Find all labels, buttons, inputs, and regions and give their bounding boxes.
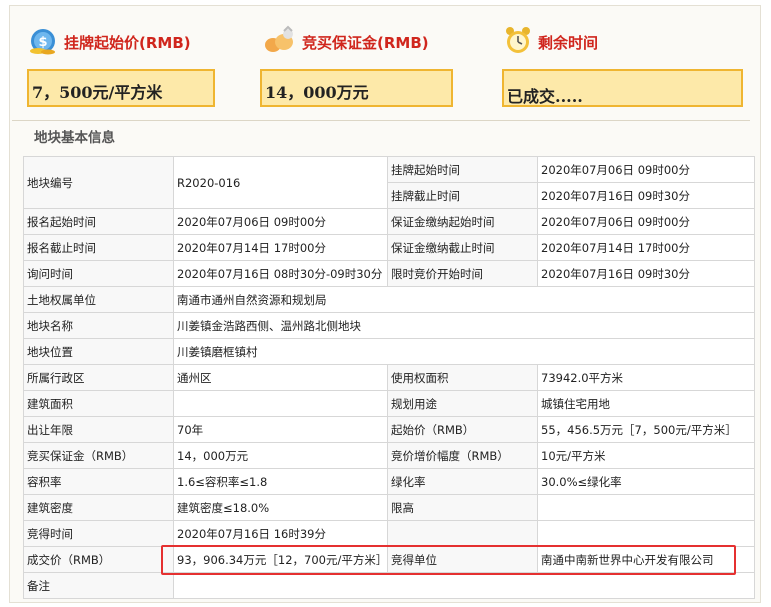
deposit-value: 14，000万元 — [265, 83, 369, 102]
reg-start-label: 报名起始时间 — [23, 208, 174, 235]
build-area-label: 建筑面积 — [23, 390, 174, 417]
use-area-value: 73942.0平方米 — [537, 364, 755, 391]
reg-end-label: 报名截止时间 — [23, 234, 174, 261]
reg-end-value: 2020年07月14日 17时00分 — [173, 234, 388, 261]
alarm-clock-icon — [504, 25, 532, 59]
density-label: 建筑密度 — [23, 494, 174, 521]
table-row: 地块编号 R2020-016 挂牌起始时间 2020年07月06日 09时00分 — [23, 156, 755, 209]
deposit-end-value: 2020年07月14日 17时00分 — [537, 234, 755, 261]
winner-value: 南通中南新世界中心开发有限公司 — [537, 546, 755, 573]
deposit-label: 竞买保证金(RMB) — [302, 33, 429, 52]
deposit-value-box: 14，000万元 — [260, 69, 453, 107]
remaining-time-value: 已成交..... — [507, 87, 583, 106]
height-limit-value — [537, 494, 755, 521]
table-row: 备注 — [23, 572, 755, 599]
remarks-value — [173, 572, 755, 599]
table-row: 成交价（RMB） 93，906.34万元［12，700元/平方米］ 竞得单位 南… — [23, 546, 755, 573]
listing-end-value: 2020年07月16日 09时30分 — [537, 182, 755, 209]
green-label: 绿化率 — [387, 468, 538, 495]
green-value: 30.0%≤绿化率 — [537, 468, 755, 495]
table-row: 报名起始时间 2020年07月06日 09时00分 保证金缴纳起始时间 2020… — [23, 208, 755, 235]
owner-value: 南通市通州自然资源和规划局 — [173, 286, 755, 313]
table-row: 竞得时间 2020年07月16日 16时39分 — [23, 520, 755, 547]
district-label: 所属行政区 — [23, 364, 174, 391]
table-row: 所属行政区 通州区 使用权面积 73942.0平方米 — [23, 364, 755, 391]
table-row: 竞买保证金（RMB） 14，000万元 竞价增价幅度（RMB） 10元/平方米 — [23, 442, 755, 469]
start-price-header: $ 挂牌起始价(RMB) — [28, 22, 191, 62]
listing-start-label: 挂牌起始时间 — [387, 156, 538, 183]
table-row: 询问时间 2020年07月16日 08时30分-09时30分 限时竞价开始时间 … — [23, 260, 755, 287]
timed-bid-value: 2020年07月16日 09时30分 — [537, 260, 755, 287]
deal-price-value: 93，906.34万元［12，700元/平方米］ — [173, 546, 388, 573]
parcel-no-label: 地块编号 — [23, 156, 174, 209]
table-deposit-label: 竞买保证金（RMB） — [23, 442, 174, 469]
timed-bid-label: 限时竞价开始时间 — [387, 260, 538, 287]
listing-start-value: 2020年07月06日 09时00分 — [537, 156, 755, 183]
winner-label: 竞得单位 — [387, 546, 538, 573]
table-start-price-label: 起始价（RMB） — [387, 416, 538, 443]
far-value: 1.6≤容积率≤1.8 — [173, 468, 388, 495]
remaining-time-header: 剩余时间 — [504, 22, 598, 62]
deposit-start-value: 2020年07月06日 09时00分 — [537, 208, 755, 235]
term-value: 70年 — [173, 416, 388, 443]
start-price-value: 7，500元/平方米 — [32, 83, 163, 102]
deal-price-label: 成交价（RMB） — [23, 546, 174, 573]
table-row: 地块名称 川姜镇金浩路西侧、温州路北侧地块 — [23, 312, 755, 339]
table-deposit-value: 14，000万元 — [173, 442, 388, 469]
deposit-start-label: 保证金缴纳起始时间 — [387, 208, 538, 235]
remaining-time-value-box: 已成交..... — [502, 69, 743, 107]
remaining-time-label: 剩余时间 — [538, 33, 599, 52]
start-price-value-box: 7，500元/平方米 — [27, 69, 215, 107]
parcel-info-table: 地块编号 R2020-016 挂牌起始时间 2020年07月06日 09时00分… — [23, 156, 755, 599]
height-limit-label: 限高 — [387, 494, 538, 521]
won-time-value: 2020年07月16日 16时39分 — [173, 520, 388, 547]
table-row: 建筑密度 建筑密度≤18.0% 限高 — [23, 494, 755, 521]
section-divider — [12, 120, 750, 121]
coins-icon — [264, 25, 296, 59]
increment-value: 10元/平方米 — [537, 442, 755, 469]
table-row: 出让年限 70年 起始价（RMB） 55，456.5万元［7，500元/平方米］ — [23, 416, 755, 443]
svg-text:$: $ — [38, 35, 47, 50]
use-area-label: 使用权面积 — [387, 364, 538, 391]
deposit-end-label: 保证金缴纳截止时间 — [387, 234, 538, 261]
section-title: 地块基本信息 — [34, 130, 115, 146]
far-label: 容积率 — [23, 468, 174, 495]
density-value: 建筑密度≤18.0% — [173, 494, 388, 521]
parcel-name-label: 地块名称 — [23, 312, 174, 339]
won-time-empty-label — [387, 520, 538, 547]
planned-use-label: 规划用途 — [387, 390, 538, 417]
inquiry-value: 2020年07月16日 08时30分-09时30分 — [173, 260, 388, 287]
table-row: 报名截止时间 2020年07月14日 17时00分 保证金缴纳截止时间 2020… — [23, 234, 755, 261]
planned-use-value: 城镇住宅用地 — [537, 390, 755, 417]
won-time-empty-value — [537, 520, 755, 547]
location-label: 地块位置 — [23, 338, 174, 365]
owner-label: 土地权属单位 — [23, 286, 174, 313]
reg-start-value: 2020年07月06日 09时00分 — [173, 208, 388, 235]
table-row: 土地权属单位 南通市通州自然资源和规划局 — [23, 286, 755, 313]
won-time-label: 竞得时间 — [23, 520, 174, 547]
remarks-label: 备注 — [23, 572, 174, 599]
table-row: 建筑面积 规划用途 城镇住宅用地 — [23, 390, 755, 417]
build-area-value — [173, 390, 388, 417]
district-value: 通州区 — [173, 364, 388, 391]
inquiry-label: 询问时间 — [23, 260, 174, 287]
parcel-name-value: 川姜镇金浩路西侧、温州路北侧地块 — [173, 312, 755, 339]
increment-label: 竞价增价幅度（RMB） — [387, 442, 538, 469]
deposit-header: 竞买保证金(RMB) — [264, 22, 429, 62]
table-row: 地块位置 川姜镇磨框镇村 — [23, 338, 755, 365]
listing-end-label: 挂牌截止时间 — [387, 182, 538, 209]
start-price-label: 挂牌起始价(RMB) — [64, 33, 191, 52]
location-value: 川姜镇磨框镇村 — [173, 338, 755, 365]
term-label: 出让年限 — [23, 416, 174, 443]
table-row: 容积率 1.6≤容积率≤1.8 绿化率 30.0%≤绿化率 — [23, 468, 755, 495]
parcel-no-value: R2020-016 — [173, 156, 388, 209]
money-icon: $ — [28, 25, 58, 59]
table-start-price-value: 55，456.5万元［7，500元/平方米］ — [537, 416, 755, 443]
